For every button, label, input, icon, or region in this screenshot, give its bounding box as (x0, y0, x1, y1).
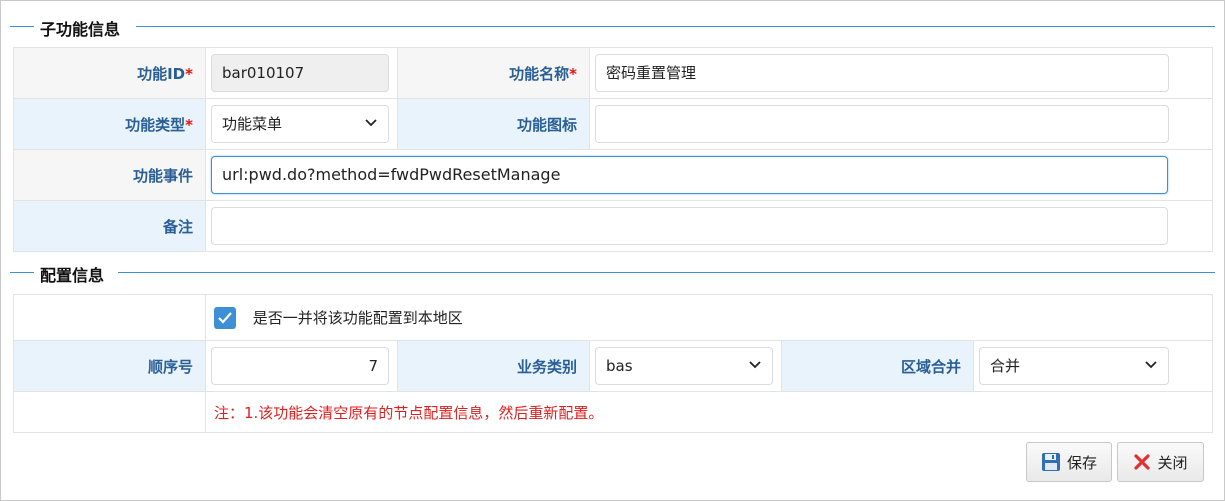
section-header-config: 配置信息 (10, 262, 1215, 286)
config-form: 是否一并将该功能配置到本地区 顺序号 7 业务类别 bas 区域合并 合并 注：… (13, 294, 1214, 433)
region-merge-label: 区域合并 (781, 340, 974, 392)
sub-function-form: 功能ID* bar010107 功能名称* 密码重置管理 功能类型* 功能菜单 … (13, 47, 1213, 252)
function-type-value: 功能菜单 (222, 115, 283, 133)
form-row: 功能类型* 功能菜单 功能图标 (13, 98, 1213, 150)
function-event-label: 功能事件 (13, 149, 206, 201)
order-input[interactable]: 7 (211, 347, 389, 385)
close-button-label: 关闭 (1157, 453, 1188, 472)
function-id-field: bar010107 (211, 54, 389, 92)
chevron-down-icon (749, 361, 761, 369)
business-type-value: bas (606, 357, 633, 375)
configure-region-checkbox[interactable] (214, 306, 236, 329)
form-row: 是否一并将该功能配置到本地区 (13, 294, 1214, 341)
save-button[interactable]: 保存 (1026, 442, 1112, 482)
function-event-input[interactable]: url:pwd.do?method=fwdPwdResetManage (211, 156, 1168, 194)
close-button[interactable]: 关闭 (1117, 442, 1204, 482)
chevron-down-icon (365, 119, 377, 127)
remark-input[interactable] (211, 207, 1168, 245)
config-note: 注：1.该功能会清空原有的节点配置信息，然后重新配置。 (214, 403, 604, 422)
function-name-input[interactable]: 密码重置管理 (595, 54, 1169, 92)
section-title: 子功能信息 (36, 16, 125, 40)
function-type-select[interactable]: 功能菜单 (211, 105, 389, 143)
function-icon-input[interactable] (595, 105, 1169, 143)
form-row: 功能事件 url:pwd.do?method=fwdPwdResetManage (13, 149, 1213, 201)
section-title: 配置信息 (36, 262, 109, 286)
region-merge-value: 合并 (990, 357, 1021, 375)
form-row: 顺序号 7 业务类别 bas 区域合并 合并 (13, 340, 1214, 392)
save-icon (1041, 452, 1061, 472)
business-type-label: 业务类别 (397, 340, 590, 392)
function-name-label: 功能名称* (397, 47, 590, 99)
function-id-label: 功能ID* (13, 47, 206, 99)
form-row: 注：1.该功能会清空原有的节点配置信息，然后重新配置。 (13, 391, 1214, 433)
function-type-label: 功能类型* (13, 98, 206, 150)
function-icon-label: 功能图标 (397, 98, 590, 150)
chevron-down-icon (1145, 361, 1157, 369)
form-row: 备注 (13, 200, 1213, 252)
order-label: 顺序号 (13, 340, 206, 392)
close-icon (1133, 453, 1151, 471)
form-row: 功能ID* bar010107 功能名称* 密码重置管理 (13, 47, 1213, 99)
remark-label: 备注 (13, 200, 206, 252)
check-icon (218, 311, 232, 324)
save-button-label: 保存 (1066, 453, 1097, 472)
region-merge-select[interactable]: 合并 (979, 347, 1169, 385)
section-header-sub-function: 子功能信息 (10, 16, 1215, 40)
configure-region-label: 是否一并将该功能配置到本地区 (252, 309, 463, 327)
business-type-select[interactable]: bas (595, 347, 773, 385)
